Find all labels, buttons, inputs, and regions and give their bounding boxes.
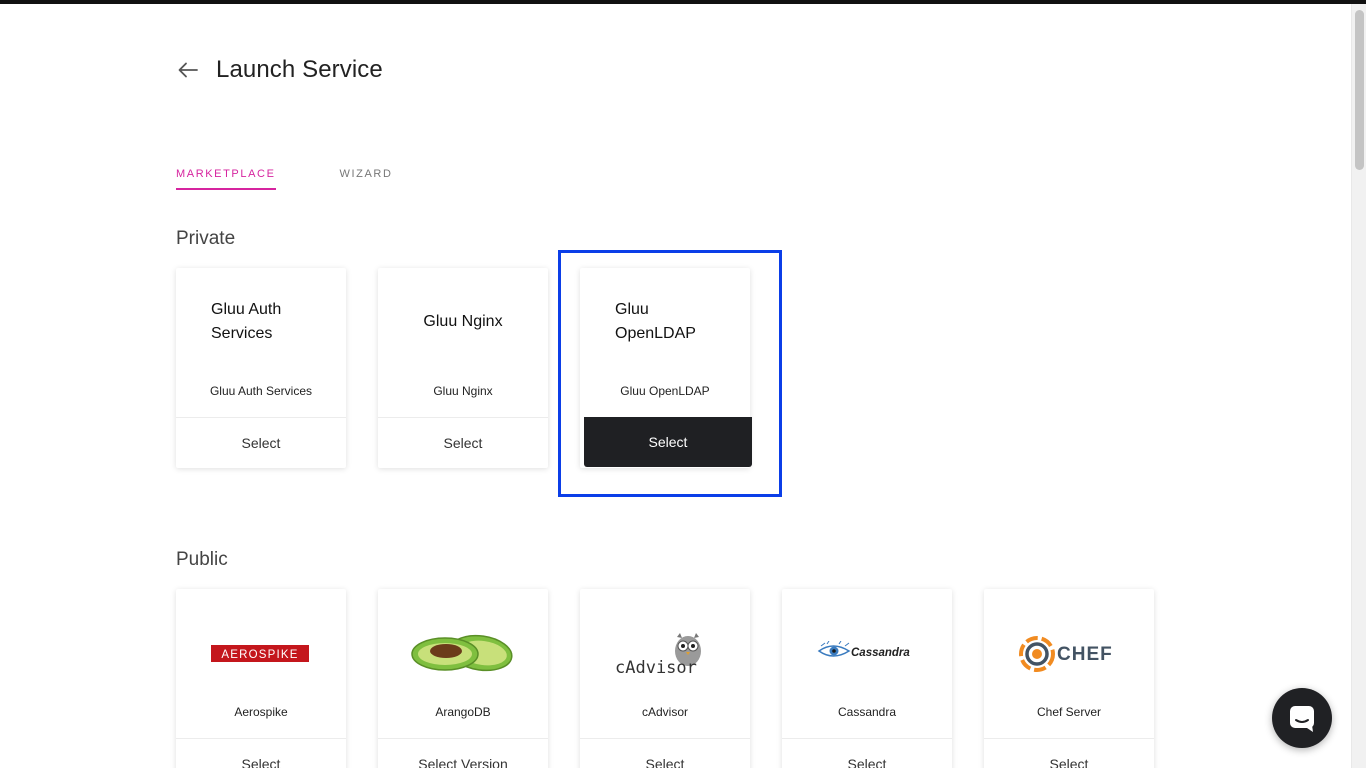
select-button[interactable]: Select [378, 418, 548, 468]
card-heading: Gluu Auth Services [211, 301, 282, 342]
cadvisor-logo-text: cAdvisor [615, 658, 697, 677]
cadvisor-owl-logo: cAdvisor [580, 629, 750, 679]
aerospike-logo: AEROSPIKE [176, 629, 346, 679]
arrow-left-icon [178, 62, 198, 78]
service-card-gluu-auth: Gluu Auth Services Gluu Auth Services Se… [176, 268, 346, 468]
select-button[interactable]: Select [176, 739, 346, 768]
service-card-gluu-nginx: Gluu Nginx Gluu Nginx Select [378, 268, 548, 468]
chef-logo-text: CHEF [1057, 644, 1113, 665]
selection-highlight [558, 250, 782, 497]
card-service-name: ArangoDB [435, 705, 491, 719]
tab-wizard[interactable]: WIZARD [340, 168, 393, 190]
card-service-name: Gluu Auth Services [209, 384, 313, 398]
service-card-cadvisor: cAdvisor cAdvisor Select [580, 589, 750, 768]
select-version-button[interactable]: Select Version [378, 739, 548, 768]
select-button[interactable]: Select [782, 739, 952, 768]
service-card-cassandra: Cassandra Cassandra Select [782, 589, 952, 768]
scrollbar-thumb[interactable] [1355, 10, 1364, 170]
browser-top-bar [0, 0, 1366, 4]
back-button[interactable] [176, 58, 200, 82]
service-card-chef: CHEF Chef Server Select [984, 589, 1154, 768]
tab-bar: MARKETPLACE WIZARD [176, 168, 457, 190]
page-title: Launch Service [216, 56, 383, 83]
select-button[interactable]: Select [580, 739, 750, 768]
arangodb-avocado-logo [378, 629, 548, 679]
card-service-name: Aerospike [234, 705, 288, 719]
chef-logo: CHEF [984, 629, 1154, 679]
card-service-name: Chef Server [1036, 705, 1102, 719]
tab-marketplace[interactable]: MARKETPLACE [176, 168, 276, 190]
card-header: Gluu Auth Services [176, 268, 346, 376]
private-section-title: Private [176, 228, 236, 249]
cassandra-eye-logo: Cassandra [782, 629, 952, 679]
select-button[interactable]: Select [176, 418, 346, 468]
page-header: Launch Service [176, 54, 383, 86]
chat-launcher-button[interactable] [1272, 688, 1332, 748]
select-button[interactable]: Select [984, 739, 1154, 768]
card-header: Gluu Nginx [378, 268, 548, 376]
aerospike-logo-text: AEROSPIKE [221, 649, 298, 661]
service-card-aerospike: AEROSPIKE Aerospike Select [176, 589, 346, 768]
card-service-name: Gluu Nginx [433, 384, 493, 398]
service-card-arangodb: ArangoDB Select Version [378, 589, 548, 768]
page-scrollbar[interactable] [1351, 4, 1366, 768]
card-heading: Gluu Nginx [423, 313, 503, 330]
public-section-title: Public [176, 549, 228, 570]
cassandra-logo-text: Cassandra [851, 647, 910, 659]
card-service-name: Cassandra [837, 705, 897, 719]
card-service-name: cAdvisor [641, 705, 688, 719]
chat-bubble-icon [1290, 706, 1314, 732]
